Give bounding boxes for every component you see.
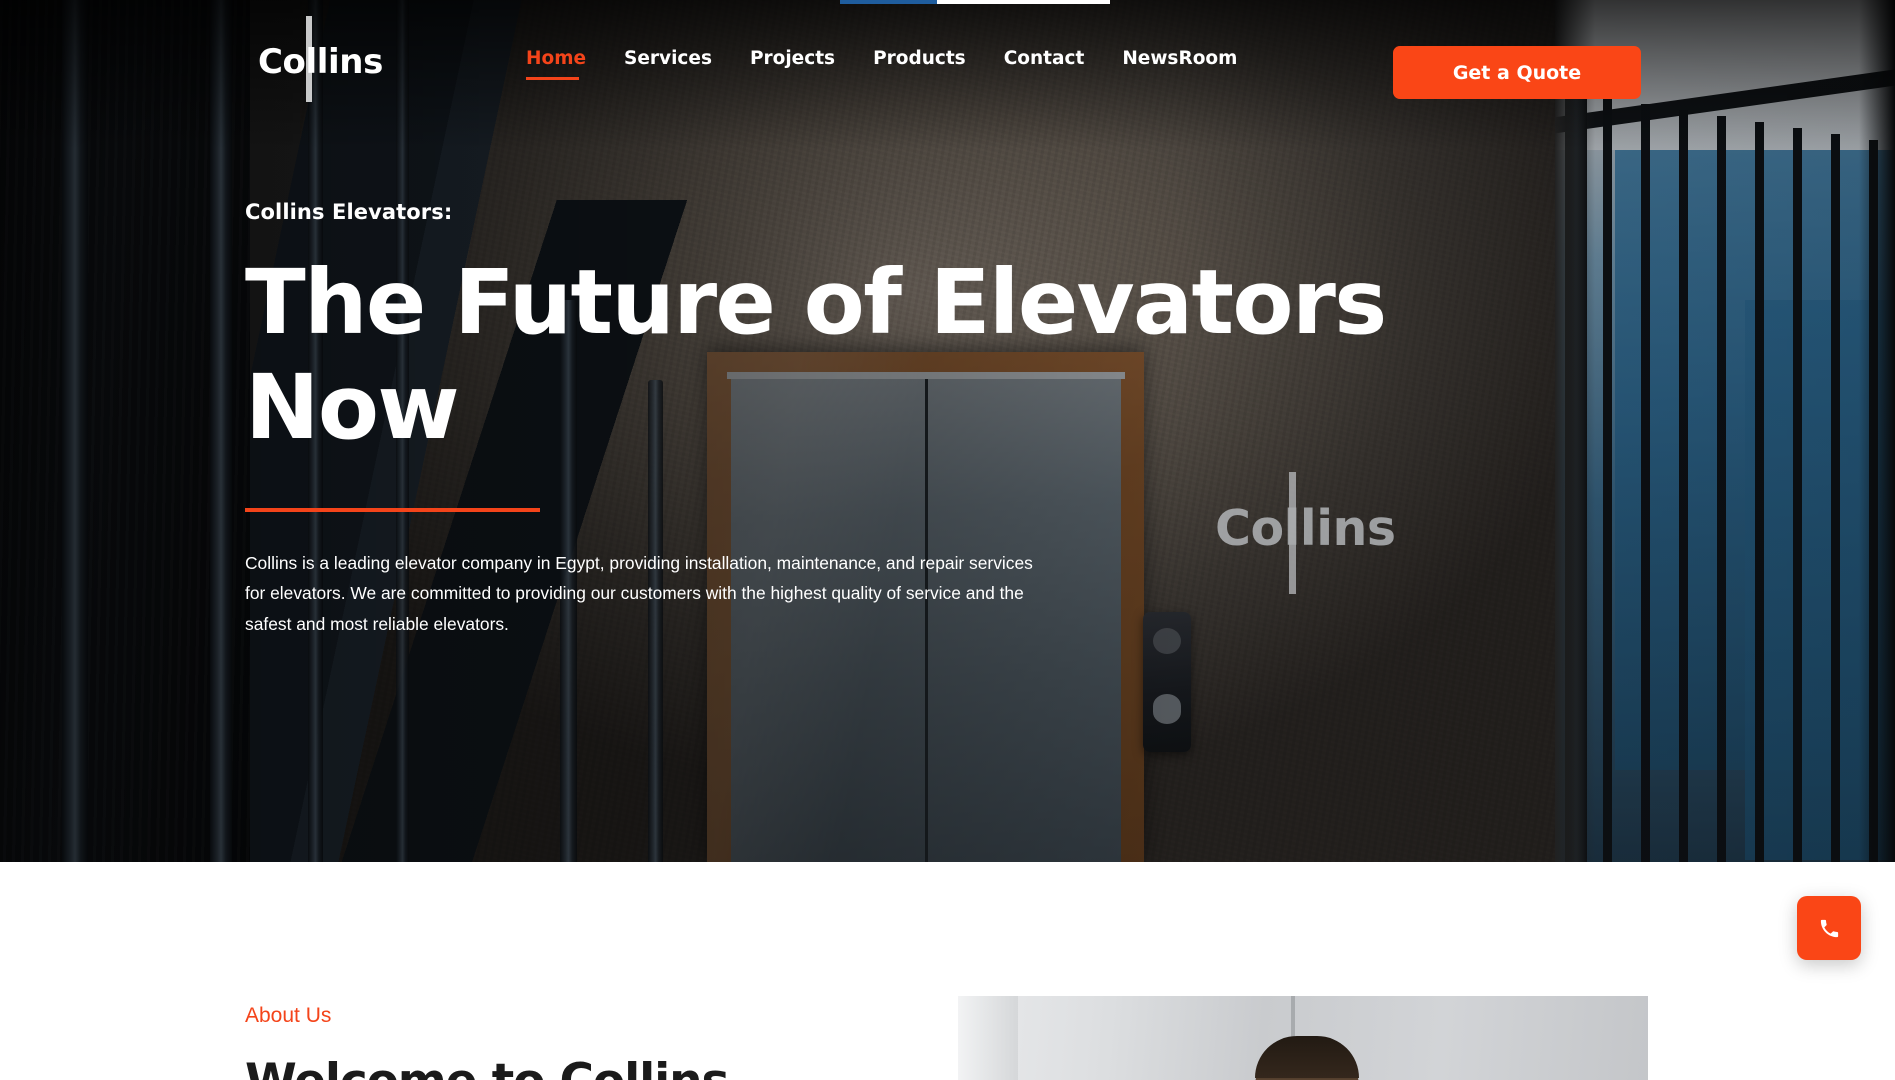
brand-logo-bar xyxy=(306,16,312,102)
nav-menu: Home Services Projects Products Contact … xyxy=(526,48,1275,80)
about-kicker: About Us xyxy=(245,1004,332,1027)
nav-item-projects[interactable]: Projects xyxy=(750,48,873,80)
hero-eyebrow: Collins Elevators: xyxy=(245,200,453,224)
nav-item-newsroom[interactable]: NewsRoom xyxy=(1122,48,1275,80)
nav-item-contact[interactable]: Contact xyxy=(1004,48,1123,80)
hero-section: Collins Collins Home Services Projects P… xyxy=(0,0,1895,862)
nav-item-products[interactable]: Products xyxy=(873,48,1004,80)
about-text-block: About Us Welcome to Collins xyxy=(245,1004,729,1080)
main-navigation: Collins Home Services Projects Products … xyxy=(0,0,1895,112)
phone-icon xyxy=(1820,919,1838,937)
brand-logo[interactable]: Collins xyxy=(258,16,383,102)
nav-item-home[interactable]: Home xyxy=(526,48,624,80)
page-load-progress-bar xyxy=(840,0,1110,4)
about-photo xyxy=(958,996,1648,1080)
get-a-quote-button[interactable]: Get a Quote xyxy=(1393,46,1641,99)
hero-headline: The Future of Elevators Now xyxy=(245,250,1387,460)
hero-divider xyxy=(245,508,540,513)
hero-paragraph: Collins is a leading elevator company in… xyxy=(245,553,1033,634)
about-title: Welcome to Collins xyxy=(245,1054,729,1080)
nav-item-services[interactable]: Services xyxy=(624,48,750,80)
hero-content: Collins Elevators: The Future of Elevato… xyxy=(245,200,1405,639)
brand-logo-text: Collins xyxy=(258,42,383,82)
about-photo-column xyxy=(958,996,1018,1080)
landing-page: Collins Collins Home Services Projects P… xyxy=(0,0,1895,1080)
floating-call-button[interactable] xyxy=(1797,896,1861,960)
progress-fill xyxy=(840,0,938,4)
